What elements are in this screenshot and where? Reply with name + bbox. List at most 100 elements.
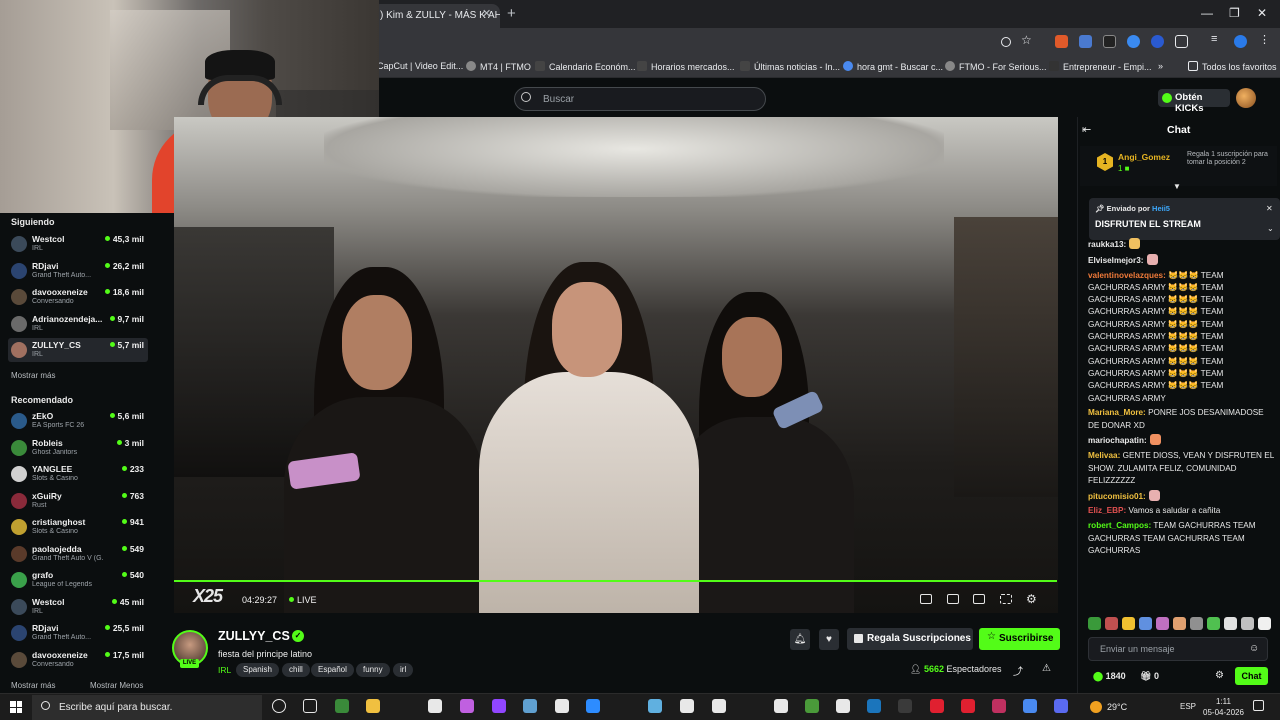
- notification-bell-icon[interactable]: 🔔︎: [790, 629, 810, 650]
- app-icon[interactable]: [460, 699, 474, 713]
- chat-username[interactable]: valentinovelazques:: [1088, 271, 1166, 280]
- gifter-name[interactable]: Angi_Gomez: [1118, 152, 1170, 162]
- app-icon[interactable]: [961, 699, 975, 713]
- theater-mode-icon[interactable]: [973, 594, 985, 604]
- sidebar-channel-grafo[interactable]: grafo League of Legends 540: [8, 568, 148, 592]
- bookmark-item[interactable]: Entrepreneur - Empi...: [1049, 61, 1152, 72]
- share-icon[interactable]: ⤴: [1013, 663, 1023, 678]
- profile-avatar[interactable]: [1234, 35, 1247, 48]
- chat-username[interactable]: raukka13:: [1088, 240, 1126, 249]
- tiktok-icon[interactable]: [836, 699, 850, 713]
- emote-icon[interactable]: [1207, 617, 1220, 630]
- emote-icon[interactable]: [1173, 617, 1186, 630]
- emote-icon[interactable]: [1241, 617, 1254, 630]
- chat-username[interactable]: Melivaa:: [1088, 451, 1120, 460]
- stream-tag[interactable]: funny: [356, 663, 390, 677]
- browser-tab[interactable]: ) Kim & ZULLY - MÁS K AH: [372, 4, 500, 28]
- app-icon[interactable]: [648, 699, 662, 713]
- weather-widget[interactable]: 29°C: [1090, 701, 1127, 713]
- app-icon[interactable]: [335, 699, 349, 713]
- extension-icon[interactable]: [1151, 35, 1164, 48]
- sidebar-channel-rdjavi[interactable]: RDjavi Grand Theft Auto... 26,2 mil: [8, 259, 148, 283]
- emote-icon[interactable]: [1139, 617, 1152, 630]
- bookmark-item[interactable]: Últimas noticias - In...: [740, 61, 840, 72]
- sidebar-channel-paolaojedda[interactable]: paolaojedda Grand Theft Auto V (G... 549: [8, 542, 148, 566]
- opera-icon[interactable]: [930, 699, 944, 713]
- zoom-icon[interactable]: [586, 699, 600, 713]
- show-less-link[interactable]: Mostrar Menos: [90, 681, 143, 690]
- star-icon[interactable]: ☆: [1021, 33, 1034, 47]
- video-player[interactable]: [174, 117, 1058, 613]
- bookmark-item[interactable]: hora gmt - Buscar c...: [843, 61, 943, 72]
- channel-name[interactable]: ZULLYY_CS: [218, 629, 290, 643]
- search-input[interactable]: Buscar: [514, 87, 766, 111]
- extensions-puzzle-icon[interactable]: [1175, 35, 1188, 48]
- tab-close-icon[interactable]: ✕: [482, 7, 491, 20]
- chat-input[interactable]: Enviar un mensaje: [1088, 637, 1268, 661]
- twitch-icon[interactable]: [492, 699, 506, 713]
- emote-icon[interactable]: [1105, 617, 1118, 630]
- extension-icon[interactable]: [1055, 35, 1068, 48]
- task-view-icon[interactable]: [303, 699, 317, 713]
- gift-subs-button[interactable]: Regala Suscripciones: [847, 628, 973, 650]
- stream-tag[interactable]: Español: [311, 663, 354, 677]
- chat-username[interactable]: Eliz_EBP:: [1088, 506, 1126, 515]
- chat-username[interactable]: Mariana_More:: [1088, 408, 1146, 417]
- gift-count[interactable]: 🎁︎ 0: [1140, 671, 1159, 682]
- sidebar-channel-rdjavi[interactable]: RDjavi Grand Theft Auto... 25,5 mil: [8, 621, 148, 645]
- reading-list-icon[interactable]: ≡: [1211, 33, 1224, 46]
- chat-username[interactable]: pitucomisio01:: [1088, 492, 1146, 501]
- bookmarks-overflow-icon[interactable]: »: [1158, 61, 1163, 71]
- language-indicator[interactable]: ESP: [1180, 702, 1196, 711]
- pip-icon[interactable]: [920, 594, 932, 604]
- minecraft-icon[interactable]: [805, 699, 819, 713]
- follow-heart-icon[interactable]: ♥: [819, 629, 839, 650]
- emote-icon[interactable]: [1190, 617, 1203, 630]
- settings-gear-icon[interactable]: ⚙: [1026, 592, 1037, 606]
- minimize-icon[interactable]: —: [1201, 6, 1213, 20]
- chat-username[interactable]: Elviselmejor3:: [1088, 256, 1144, 265]
- capcut-icon[interactable]: [680, 699, 694, 713]
- fullscreen-icon[interactable]: [1000, 594, 1012, 604]
- steam-icon[interactable]: [867, 699, 881, 713]
- sidebar-channel-cristianghost[interactable]: cristianghost Slots & Casino 941: [8, 515, 148, 539]
- chrome-menu-icon[interactable]: ⋮: [1259, 33, 1272, 46]
- clip-icon[interactable]: [947, 594, 959, 604]
- app-icon[interactable]: [1054, 699, 1068, 713]
- sidebar-channel-westcol[interactable]: Westcol IRL 45,3 mil: [8, 232, 148, 256]
- bookmark-item[interactable]: FTMO - For Serious...: [945, 61, 1047, 72]
- app-icon[interactable]: [992, 699, 1006, 713]
- sidebar-channel-davooxeneize[interactable]: davooxeneize Conversando 18,6 mil: [8, 285, 148, 309]
- stream-tag[interactable]: chill: [282, 663, 310, 677]
- extension-icon[interactable]: [1103, 35, 1116, 48]
- emote-icon[interactable]: [1156, 617, 1169, 630]
- report-icon[interactable]: ⚠: [1042, 663, 1051, 674]
- app-icon[interactable]: [555, 699, 569, 713]
- all-bookmarks[interactable]: Todos los favoritos: [1188, 61, 1277, 72]
- cortana-icon[interactable]: [272, 699, 286, 713]
- app-icon[interactable]: [898, 699, 912, 713]
- sidebar-channel-robleis[interactable]: Robleis Ghost Janitors 3 mil: [8, 436, 148, 460]
- emote-icon[interactable]: [1088, 617, 1101, 630]
- app-icon[interactable]: [523, 699, 537, 713]
- chat-send-button[interactable]: Chat: [1235, 667, 1268, 685]
- restore-icon[interactable]: ❐: [1229, 6, 1240, 20]
- sidebar-channel-davooxeneize[interactable]: davooxeneize Conversando 17,5 mil: [8, 648, 148, 672]
- emoji-icon[interactable]: ☺: [1249, 643, 1259, 654]
- user-avatar[interactable]: [1236, 88, 1256, 108]
- bookmark-item[interactable]: CapCut | Video Edit...: [377, 61, 463, 71]
- chat-username[interactable]: mariochapatin:: [1088, 436, 1147, 445]
- sidebar-channel-zullyy-cs[interactable]: ZULLYY_CS IRL 5,7 mil: [8, 338, 148, 362]
- windows-start-icon[interactable]: [10, 701, 22, 713]
- show-more-link[interactable]: Mostrar más: [11, 371, 55, 380]
- bookmark-item[interactable]: MT4 | FTMO: [466, 61, 531, 72]
- new-tab-icon[interactable]: +: [507, 5, 516, 22]
- file-explorer-icon[interactable]: [366, 699, 380, 713]
- collapse-chat-icon[interactable]: ⇤: [1082, 123, 1091, 136]
- sidebar-channel-zeko[interactable]: zEkO EA Sports FC 26 5,6 mil: [8, 409, 148, 433]
- unpin-icon[interactable]: ✕: [1266, 204, 1273, 213]
- channel-points[interactable]: ⬤ 1840: [1093, 671, 1126, 682]
- sidebar-channel-adrianozendeja-[interactable]: Adrianozendeja... IRL 9,7 mil: [8, 312, 148, 336]
- taskbar-search[interactable]: Escribe aquí para buscar.: [32, 695, 262, 720]
- sidebar-channel-westcol[interactable]: Westcol IRL 45 mil: [8, 595, 148, 619]
